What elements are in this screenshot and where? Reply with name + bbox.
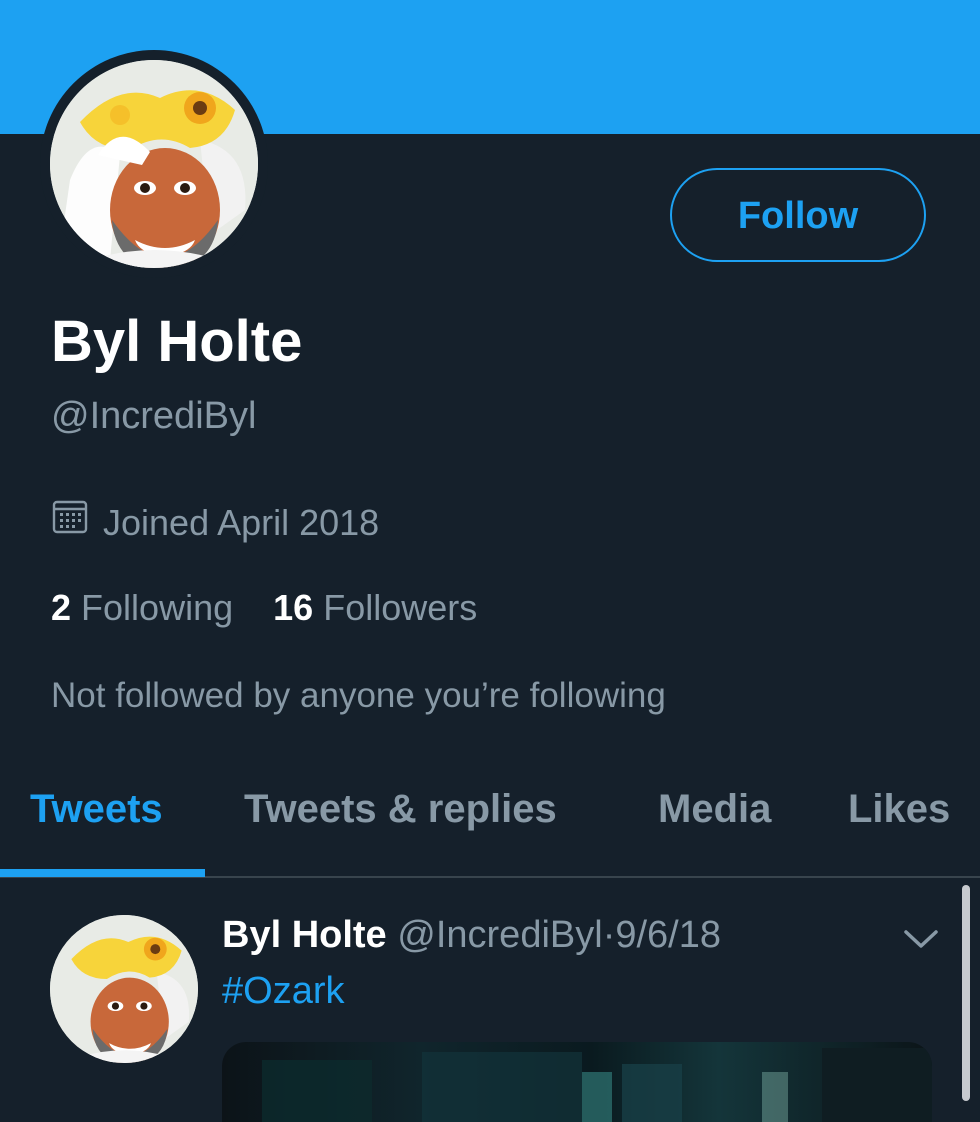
follow-stats: 2 Following 16 Followers (51, 585, 477, 631)
scrollbar[interactable] (962, 885, 970, 1101)
avatar-photo (50, 60, 258, 268)
followers-count: 16 (273, 587, 314, 628)
tweet-media-preview[interactable] (222, 1042, 932, 1122)
following-stat[interactable]: 2 Following (51, 585, 233, 631)
tab-tweets-and-replies[interactable]: Tweets & replies (244, 784, 557, 834)
follow-button[interactable]: Follow (670, 168, 926, 262)
tab-media[interactable]: Media (658, 784, 771, 834)
tweet-author-name[interactable]: Byl Holte (222, 914, 387, 956)
tab-likes[interactable]: Likes (848, 784, 950, 834)
profile-display-name: Byl Holte (51, 309, 303, 374)
tweet-separator: · (602, 914, 616, 956)
joined-label: Joined April 2018 (103, 501, 380, 543)
tweet-header: Byl Holte @IncrediByl·9/6/18 (222, 910, 721, 960)
following-count: 2 (51, 587, 72, 628)
calendar-icon (51, 498, 89, 547)
tweet-author-handle[interactable]: @IncrediByl (397, 914, 602, 956)
tab-tweets[interactable]: Tweets (30, 784, 163, 834)
mutual-followers-note: Not followed by anyone you’re following (51, 676, 666, 715)
profile-avatar[interactable] (40, 50, 268, 278)
chevron-down-icon[interactable] (898, 918, 944, 958)
active-tab-indicator (0, 869, 205, 877)
joined-date: Joined April 2018 (51, 498, 379, 547)
tweet-hashtag[interactable]: #Ozark (222, 966, 344, 1016)
tweet-author-avatar[interactable] (50, 915, 198, 1063)
profile-tabs: Tweets Tweets & replies Media Likes (0, 760, 980, 878)
followers-stat[interactable]: 16 Followers (273, 585, 477, 631)
profile-handle: @IncrediByl (51, 395, 257, 437)
following-label: Following (81, 587, 234, 628)
followers-label: Followers (323, 587, 478, 628)
tweet-date[interactable]: 9/6/18 (615, 914, 721, 956)
